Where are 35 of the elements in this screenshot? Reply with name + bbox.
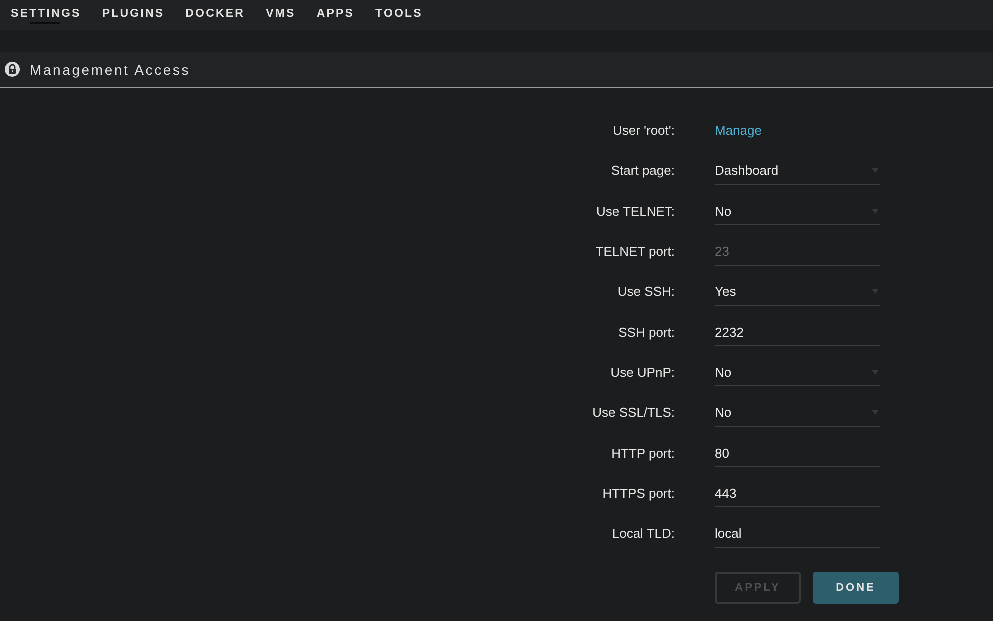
- input-field[interactable]: 80: [715, 440, 880, 468]
- field-label: HTTPS port:: [602, 484, 675, 503]
- input-field[interactable]: local: [715, 520, 880, 548]
- nav-tab[interactable]: VMS: [266, 0, 296, 24]
- field-label: TELNET port:: [596, 243, 675, 262]
- done-button[interactable]: DONE: [813, 572, 899, 604]
- nav-tab[interactable]: APPS: [316, 0, 355, 24]
- nav-tab[interactable]: DOCKER: [186, 0, 246, 24]
- caret-icon: [872, 370, 879, 375]
- field-label: Use SSH:: [618, 283, 675, 302]
- field-label: Use TELNET:: [596, 202, 675, 221]
- select-field[interactable]: Yes: [715, 278, 880, 306]
- section-title: Management Access: [30, 62, 191, 78]
- select-field[interactable]: Dashboard: [715, 158, 880, 185]
- nav-tab[interactable]: TOOLS: [376, 0, 423, 24]
- manage-link[interactable]: Manage: [715, 118, 762, 144]
- select-field[interactable]: No: [715, 198, 880, 226]
- caret-icon: [872, 289, 879, 294]
- caret-icon: [872, 208, 879, 214]
- caret-icon: [872, 410, 879, 416]
- select-field[interactable]: No: [715, 359, 880, 386]
- input-field[interactable]: 443: [715, 480, 880, 508]
- field-label: SSH port:: [618, 324, 675, 342]
- field-label: User 'root':: [612, 122, 675, 140]
- caret-icon: [872, 168, 879, 174]
- input-field[interactable]: 2232: [715, 319, 880, 346]
- field-label: Start page:: [611, 162, 675, 180]
- field-label: Use SSL/TLS:: [592, 404, 675, 422]
- select-field[interactable]: No: [715, 400, 880, 427]
- nav-tab[interactable]: PLUGINS: [102, 0, 165, 24]
- lock-icon: [5, 62, 20, 77]
- nav-tab[interactable]: SETTINGS: [11, 0, 82, 24]
- field-label: HTTP port:: [612, 444, 675, 463]
- field-label: Local TLD:: [612, 525, 675, 544]
- field-label: Use UPnP:: [610, 364, 675, 382]
